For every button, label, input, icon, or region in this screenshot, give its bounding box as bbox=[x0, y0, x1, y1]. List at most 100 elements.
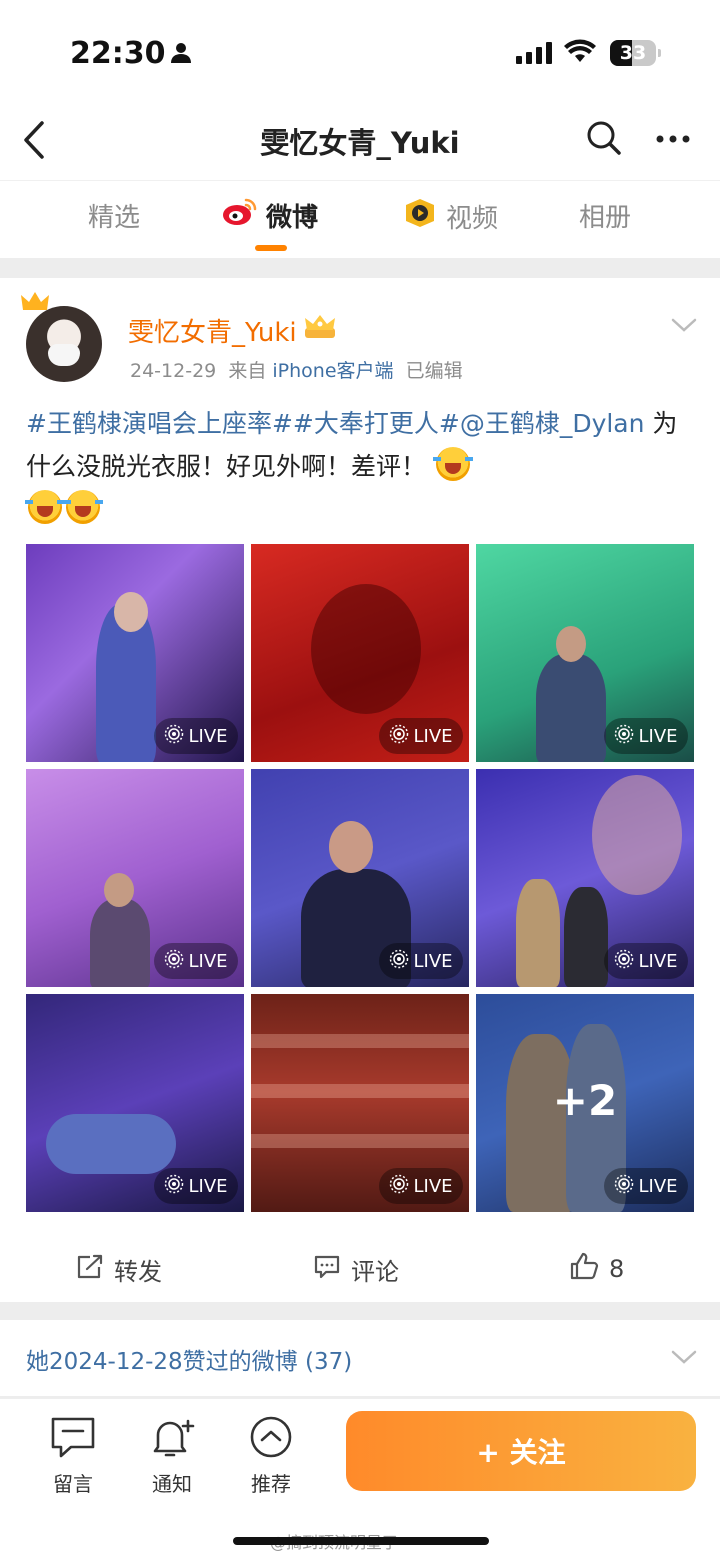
person-icon bbox=[170, 42, 192, 68]
live-photo-icon bbox=[614, 1174, 634, 1199]
message-icon bbox=[38, 1415, 108, 1464]
live-label: LIVE bbox=[638, 950, 678, 972]
live-photo-icon bbox=[614, 949, 634, 974]
live-label: LIVE bbox=[188, 725, 228, 747]
thumbs-up-icon bbox=[569, 1252, 599, 1286]
live-badge: LIVE bbox=[379, 718, 463, 754]
liked-posts-label: 她2024-12-28赞过的微博 (37) bbox=[26, 1349, 353, 1375]
tab-weibo[interactable]: 微博 bbox=[222, 197, 318, 234]
chevron-down-icon bbox=[670, 1348, 698, 1370]
live-badge: LIVE bbox=[379, 1168, 463, 1204]
live-photo-icon bbox=[389, 724, 409, 749]
bell-plus-icon bbox=[137, 1415, 207, 1464]
signal-icon bbox=[516, 42, 552, 68]
mention-link[interactable]: @王鹤棣_Dylan bbox=[460, 409, 645, 438]
crying-laugh-emoji-icon bbox=[432, 447, 473, 481]
live-photo-icon bbox=[164, 724, 184, 749]
repost-icon bbox=[76, 1254, 104, 1286]
tab-label: 微博 bbox=[266, 203, 319, 233]
follow-label: + 关注 bbox=[476, 1436, 566, 1469]
active-tab-indicator bbox=[255, 245, 287, 251]
recommend-label: 推荐 bbox=[251, 1472, 291, 1496]
live-photo-icon bbox=[389, 1174, 409, 1199]
repost-label: 转发 bbox=[114, 1258, 162, 1286]
tab-featured[interactable]: 精选 bbox=[88, 197, 140, 234]
live-badge: LIVE bbox=[154, 943, 238, 979]
live-label: LIVE bbox=[413, 725, 453, 747]
photo-thumbnail[interactable]: LIVE bbox=[476, 769, 694, 987]
comment-icon bbox=[313, 1254, 341, 1286]
photo-thumbnail[interactable]: LIVE bbox=[26, 544, 244, 762]
tab-label: 精选 bbox=[88, 203, 141, 233]
recommend-button[interactable]: 推荐 bbox=[236, 1415, 306, 1497]
video-badge-icon bbox=[402, 197, 438, 236]
photo-thumbnail[interactable]: LIVE bbox=[251, 544, 469, 762]
post-source[interactable]: iPhone客户端 bbox=[272, 360, 393, 382]
live-label: LIVE bbox=[413, 1175, 453, 1197]
more-options-icon[interactable] bbox=[655, 126, 691, 156]
bottom-action-bar: 留言 通知 推荐 + 关注 @搞到顶流明星了 bbox=[0, 1398, 720, 1561]
navigation-bar: 雯忆女青_Yuki bbox=[0, 100, 720, 180]
live-badge: LIVE bbox=[154, 1168, 238, 1204]
hashtag[interactable]: #王鹤棣演唱会上座率# bbox=[26, 409, 293, 438]
photo-thumbnail[interactable]: LIVE bbox=[26, 769, 244, 987]
photo-grid: LIVE LIVE LIVE LIVE LIVE LIVE LIVE LIVE … bbox=[26, 544, 694, 1212]
status-time: 22:30 bbox=[70, 36, 166, 71]
live-photo-icon bbox=[614, 724, 634, 749]
post-actions: 转发 评论 8 bbox=[0, 1238, 720, 1298]
live-badge: LIVE bbox=[154, 718, 238, 754]
comment-label: 评论 bbox=[351, 1258, 399, 1286]
photo-thumbnail[interactable]: LIVE bbox=[251, 769, 469, 987]
vip-crown-badge-icon bbox=[303, 314, 337, 347]
live-badge: LIVE bbox=[604, 718, 688, 754]
like-button[interactable]: 8 bbox=[569, 1252, 624, 1286]
search-icon[interactable] bbox=[586, 120, 622, 160]
more-photos-count: +2 bbox=[552, 1076, 618, 1125]
chevron-down-icon[interactable] bbox=[670, 316, 698, 338]
live-label: LIVE bbox=[638, 1175, 678, 1197]
live-label: LIVE bbox=[638, 725, 678, 747]
username-text: 雯忆女青_Yuki bbox=[128, 318, 297, 348]
avatar[interactable] bbox=[21, 292, 102, 382]
post-text: #王鹤棣演唱会上座率##大奉打更人#@王鹤棣_Dylan 为什么没脱光衣服！好见… bbox=[25, 402, 694, 531]
hashtag[interactable]: #大奉打更人# bbox=[293, 409, 460, 438]
comment-button[interactable]: 评论 bbox=[313, 1252, 399, 1287]
post-username[interactable]: 雯忆女青_Yuki bbox=[128, 312, 337, 349]
photo-thumbnail[interactable]: LIVE bbox=[251, 994, 469, 1212]
liked-posts-row[interactable]: 她2024-12-28赞过的微博 (37) bbox=[0, 1320, 720, 1396]
crying-laugh-emoji-icon bbox=[25, 490, 65, 524]
chevron-circle-icon bbox=[236, 1415, 306, 1464]
tab-label: 相册 bbox=[579, 203, 632, 233]
message-label: 留言 bbox=[53, 1472, 93, 1496]
live-label: LIVE bbox=[188, 950, 228, 972]
post-meta: 24-12-29 来自 iPhone客户端 已编辑 bbox=[130, 356, 463, 383]
post-date: 24-12-29 bbox=[130, 360, 217, 382]
message-button[interactable]: 留言 bbox=[38, 1415, 108, 1497]
live-badge: LIVE bbox=[604, 1168, 688, 1204]
like-count: 8 bbox=[609, 1255, 625, 1283]
profile-tabs: 精选 微博 视频 相册 bbox=[0, 180, 720, 258]
weibo-logo-icon bbox=[222, 197, 258, 234]
live-label: LIVE bbox=[413, 950, 453, 972]
tab-video[interactable]: 视频 bbox=[402, 197, 498, 236]
source-prefix: 来自 bbox=[228, 360, 267, 382]
repost-button[interactable]: 转发 bbox=[76, 1252, 162, 1287]
battery-icon: 33 bbox=[610, 40, 661, 66]
post-card[interactable]: 雯忆女青_Yuki 24-12-29 来自 iPhone客户端 已编辑 #王鹤棣… bbox=[0, 278, 720, 1302]
tab-label: 视频 bbox=[446, 204, 499, 234]
photo-thumbnail[interactable]: LIVE bbox=[476, 544, 694, 762]
live-photo-icon bbox=[389, 949, 409, 974]
status-bar: 22:30 33 bbox=[0, 0, 720, 100]
live-label: LIVE bbox=[188, 1175, 228, 1197]
wifi-icon bbox=[564, 38, 596, 68]
crying-laugh-emoji-icon bbox=[63, 490, 103, 524]
tab-album[interactable]: 相册 bbox=[579, 197, 631, 234]
live-badge: LIVE bbox=[379, 943, 463, 979]
photo-thumbnail[interactable]: LIVE bbox=[26, 994, 244, 1212]
notify-button[interactable]: 通知 bbox=[137, 1415, 207, 1497]
photo-thumbnail[interactable]: +2 LIVE bbox=[476, 994, 694, 1212]
crown-icon bbox=[20, 290, 50, 318]
edited-label: 已编辑 bbox=[405, 360, 463, 382]
live-badge: LIVE bbox=[604, 943, 688, 979]
follow-button[interactable]: + 关注 bbox=[346, 1411, 696, 1491]
